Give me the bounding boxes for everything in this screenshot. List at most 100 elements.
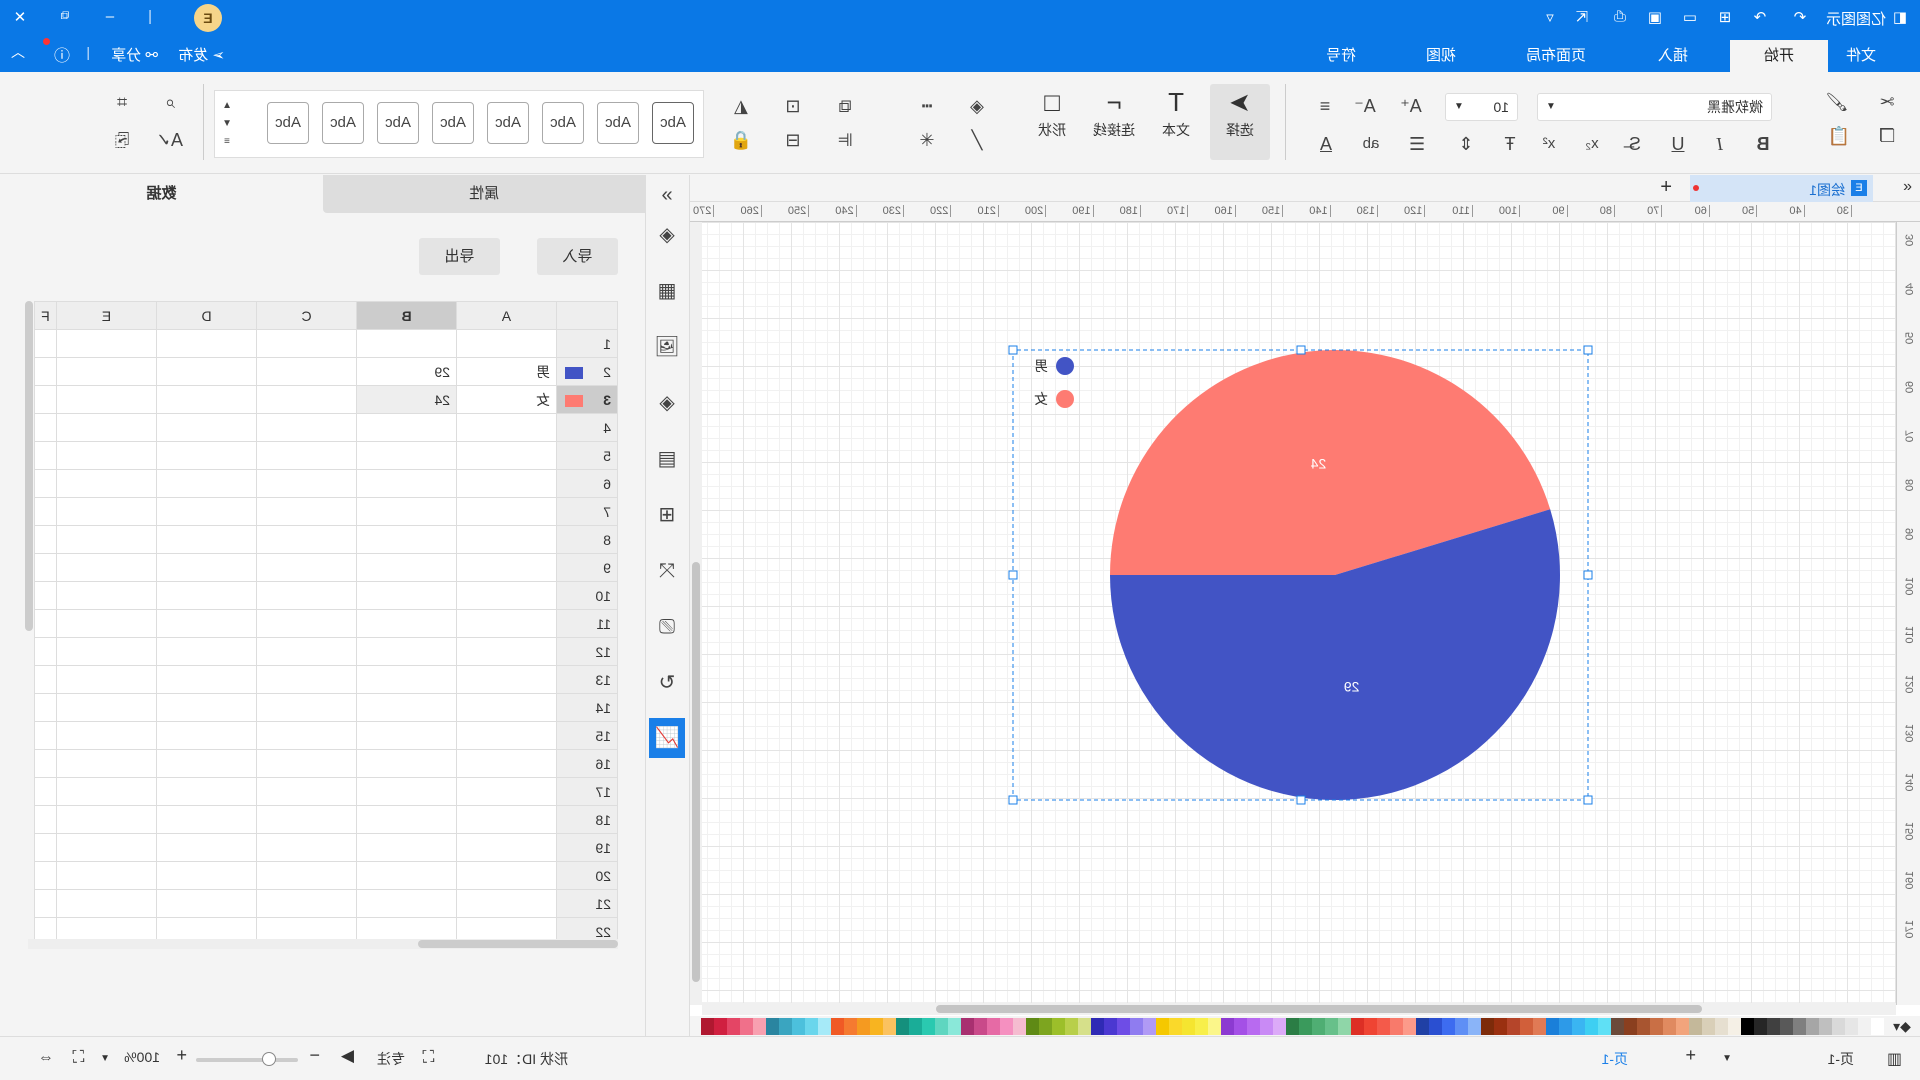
sheet-cell[interactable] bbox=[356, 497, 457, 526]
color-swatch[interactable] bbox=[948, 1017, 961, 1035]
grid-icon[interactable]: ▦ bbox=[649, 271, 685, 311]
zoom-level[interactable]: 100% bbox=[124, 1049, 160, 1065]
sheet-cell[interactable] bbox=[56, 721, 157, 750]
line-style-icon[interactable]: ┅ bbox=[914, 94, 940, 118]
color-swatch[interactable] bbox=[1169, 1017, 1182, 1035]
color-swatch[interactable] bbox=[922, 1017, 935, 1035]
color-swatch[interactable] bbox=[831, 1017, 844, 1035]
page-selector[interactable]: 页-1 bbox=[1828, 1049, 1854, 1069]
increase-font-icon[interactable]: A⁺ bbox=[1398, 94, 1424, 118]
align-left-icon[interactable]: ⊫ bbox=[832, 128, 858, 152]
color-swatch[interactable] bbox=[1481, 1017, 1494, 1035]
color-swatch[interactable] bbox=[805, 1017, 818, 1035]
sheet-cell[interactable] bbox=[34, 749, 57, 778]
chevron-down-icon[interactable]: ▼ bbox=[1722, 1053, 1732, 1064]
sheet-cell[interactable] bbox=[256, 357, 357, 386]
sheet-cell[interactable] bbox=[256, 413, 357, 442]
color-swatch[interactable] bbox=[1325, 1017, 1338, 1035]
sheet-cell[interactable] bbox=[356, 833, 457, 862]
color-swatch[interactable] bbox=[1611, 1017, 1624, 1035]
color-swatch[interactable] bbox=[1442, 1017, 1455, 1035]
sheet-cell[interactable] bbox=[356, 889, 457, 918]
color-swatch[interactable] bbox=[1663, 1017, 1676, 1035]
color-swatch[interactable] bbox=[1871, 1017, 1884, 1035]
sheet-cell[interactable] bbox=[156, 413, 257, 442]
sheet-cell[interactable] bbox=[34, 469, 57, 498]
sheet-cell[interactable] bbox=[156, 749, 257, 778]
color-swatch[interactable] bbox=[818, 1017, 831, 1035]
resize-handle[interactable] bbox=[1296, 345, 1306, 355]
crop-icon[interactable]: ⌗ bbox=[109, 90, 135, 114]
resize-handle[interactable] bbox=[1296, 795, 1306, 805]
add-page-button[interactable]: + bbox=[1685, 1045, 1696, 1066]
color-swatch[interactable] bbox=[1364, 1017, 1377, 1035]
row-header[interactable]: 4 bbox=[556, 413, 618, 442]
color-swatch[interactable] bbox=[974, 1017, 987, 1035]
sheet-cell[interactable] bbox=[56, 693, 157, 722]
bring-front-icon[interactable]: ⧉ bbox=[832, 94, 858, 118]
sheet-cell[interactable] bbox=[156, 553, 257, 582]
tab-view[interactable]: 视图 bbox=[1412, 40, 1470, 72]
superscript-icon[interactable]: x² bbox=[1536, 132, 1562, 156]
font-size-select[interactable]: 10 ▼ bbox=[1445, 93, 1518, 121]
gallery-more-icon[interactable]: ≡ bbox=[214, 130, 240, 154]
sheet-cell[interactable] bbox=[356, 805, 457, 834]
sheet-cell[interactable] bbox=[456, 497, 557, 526]
sheet-cell[interactable] bbox=[56, 497, 157, 526]
customize-icon[interactable]: ▿ bbox=[1540, 8, 1560, 26]
color-swatch[interactable] bbox=[935, 1017, 948, 1035]
color-swatch[interactable] bbox=[1403, 1017, 1416, 1035]
line-color-icon[interactable]: ╱ bbox=[964, 128, 990, 152]
zoom-in-button[interactable]: + bbox=[176, 1045, 187, 1066]
color-swatch[interactable] bbox=[857, 1017, 870, 1035]
sheet-cell[interactable] bbox=[56, 357, 157, 386]
shape-tool-button[interactable]: □ 形状 bbox=[1022, 84, 1082, 160]
style-preset-8[interactable]: Abc bbox=[267, 102, 309, 144]
sheet-cell[interactable] bbox=[256, 777, 357, 806]
row-header[interactable]: 9 bbox=[556, 553, 618, 582]
sheet-cell[interactable] bbox=[34, 553, 57, 582]
color-swatch[interactable] bbox=[1689, 1017, 1702, 1035]
tab-file[interactable]: 文件 bbox=[1832, 40, 1890, 72]
row-header[interactable]: 8 bbox=[556, 525, 618, 554]
horizontal-scrollbar[interactable] bbox=[702, 1003, 1896, 1015]
column-header[interactable]: C bbox=[256, 301, 357, 330]
sheet-cell[interactable] bbox=[456, 581, 557, 610]
sheet-cell[interactable] bbox=[34, 609, 57, 638]
sheet-cell[interactable] bbox=[256, 693, 357, 722]
sheet-cell[interactable] bbox=[156, 497, 257, 526]
style-preset-7[interactable]: Abc bbox=[322, 102, 364, 144]
sheet-cell[interactable] bbox=[256, 553, 357, 582]
color-swatch[interactable] bbox=[1819, 1017, 1832, 1035]
color-swatch[interactable] bbox=[1715, 1017, 1728, 1035]
color-swatch[interactable] bbox=[1312, 1017, 1325, 1035]
sheet-cell[interactable] bbox=[256, 805, 357, 834]
sheet-cell[interactable] bbox=[356, 553, 457, 582]
color-swatch[interactable] bbox=[1000, 1017, 1013, 1035]
line-spacing-icon[interactable]: ⇕ bbox=[1453, 132, 1479, 156]
color-swatch[interactable] bbox=[1637, 1017, 1650, 1035]
collapse-ribbon-icon[interactable]: ︿ bbox=[11, 42, 25, 62]
sheet-cell[interactable] bbox=[56, 833, 157, 862]
sheet-cell[interactable]: 女 bbox=[456, 385, 557, 414]
sheet-cell[interactable] bbox=[456, 665, 557, 694]
color-swatch[interactable] bbox=[1299, 1017, 1312, 1035]
row-header[interactable]: 15 bbox=[556, 721, 618, 750]
distribute-icon[interactable]: ⊟ bbox=[780, 128, 806, 152]
color-swatch[interactable] bbox=[1377, 1017, 1390, 1035]
tab-home[interactable]: 开始 bbox=[1730, 40, 1828, 72]
vertical-scrollbar[interactable] bbox=[690, 222, 702, 1005]
sheet-cell[interactable] bbox=[256, 525, 357, 554]
color-swatch[interactable] bbox=[1806, 1017, 1819, 1035]
sheet-cell[interactable] bbox=[356, 749, 457, 778]
sheet-cell[interactable] bbox=[56, 609, 157, 638]
italic-button[interactable]: I bbox=[1707, 132, 1733, 156]
color-swatch[interactable] bbox=[909, 1017, 922, 1035]
sheet-cell[interactable] bbox=[156, 637, 257, 666]
lock-icon[interactable]: 🔒 bbox=[728, 128, 754, 152]
tab-properties[interactable]: 属性 bbox=[323, 175, 645, 213]
color-swatch[interactable] bbox=[1429, 1017, 1442, 1035]
sheet-cell[interactable] bbox=[34, 889, 57, 918]
help-icon[interactable]: ⓘ bbox=[54, 42, 70, 66]
export-icon[interactable]: ⇱ bbox=[1572, 8, 1592, 26]
